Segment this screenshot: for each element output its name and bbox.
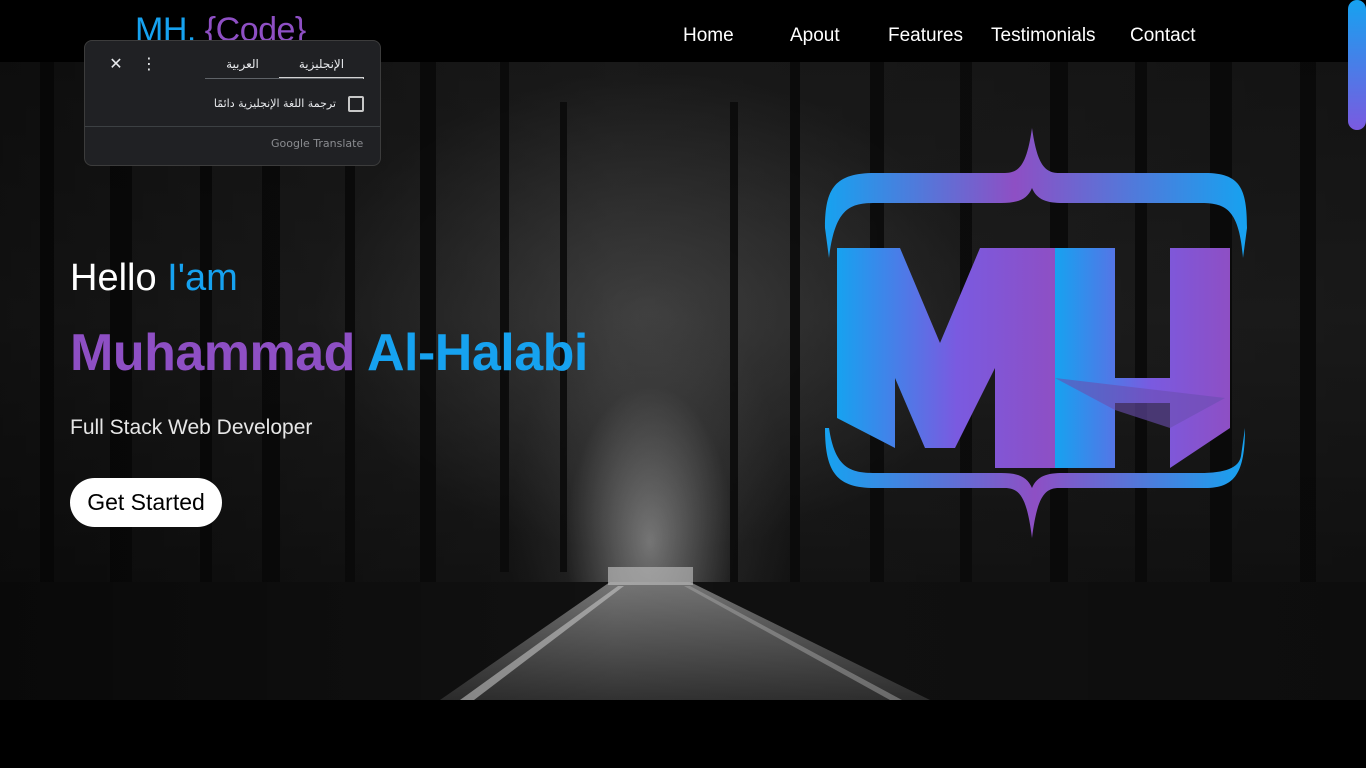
google-translate-popup: الإنجليزية العربية ✕ ⋮ ترجمة اللغة الإنج… xyxy=(84,40,381,166)
nav-about[interactable]: Apout xyxy=(790,22,840,50)
hero-role: Full Stack Web Developer xyxy=(70,416,313,439)
more-vert-icon[interactable]: ⋮ xyxy=(140,54,158,74)
close-icon[interactable]: ✕ xyxy=(106,54,126,74)
name-last: Al-Halabi xyxy=(366,324,588,382)
hero-greeting: Hello I'am xyxy=(70,254,238,302)
get-started-button[interactable]: Get Started xyxy=(70,478,222,527)
nav-contact[interactable]: Contact xyxy=(1130,22,1195,50)
tab-english[interactable]: الإنجليزية xyxy=(279,53,364,79)
popup-divider xyxy=(85,126,380,127)
always-translate-label: ترجمة اللغة الإنجليزية دائمًا xyxy=(213,97,336,110)
name-first: Muhammad xyxy=(70,324,355,382)
mh-logo-image xyxy=(825,128,1247,538)
hello-text: Hello xyxy=(70,257,157,299)
always-translate-checkbox[interactable] xyxy=(348,96,364,112)
bottom-band xyxy=(0,700,1366,768)
hello-highlight: I'am xyxy=(167,257,238,299)
tab-arabic[interactable]: العربية xyxy=(206,53,279,79)
scrollbar-thumb[interactable] xyxy=(1348,0,1366,130)
google-translate-footer: Google Translate xyxy=(271,137,364,150)
tab-underline xyxy=(205,78,363,79)
nav-features[interactable]: Features xyxy=(888,22,963,50)
hero-name: Muhammad Al-Halabi xyxy=(70,322,588,384)
nav-home[interactable]: Home xyxy=(683,22,734,50)
nav-testimonials[interactable]: Testimonials xyxy=(991,22,1096,50)
